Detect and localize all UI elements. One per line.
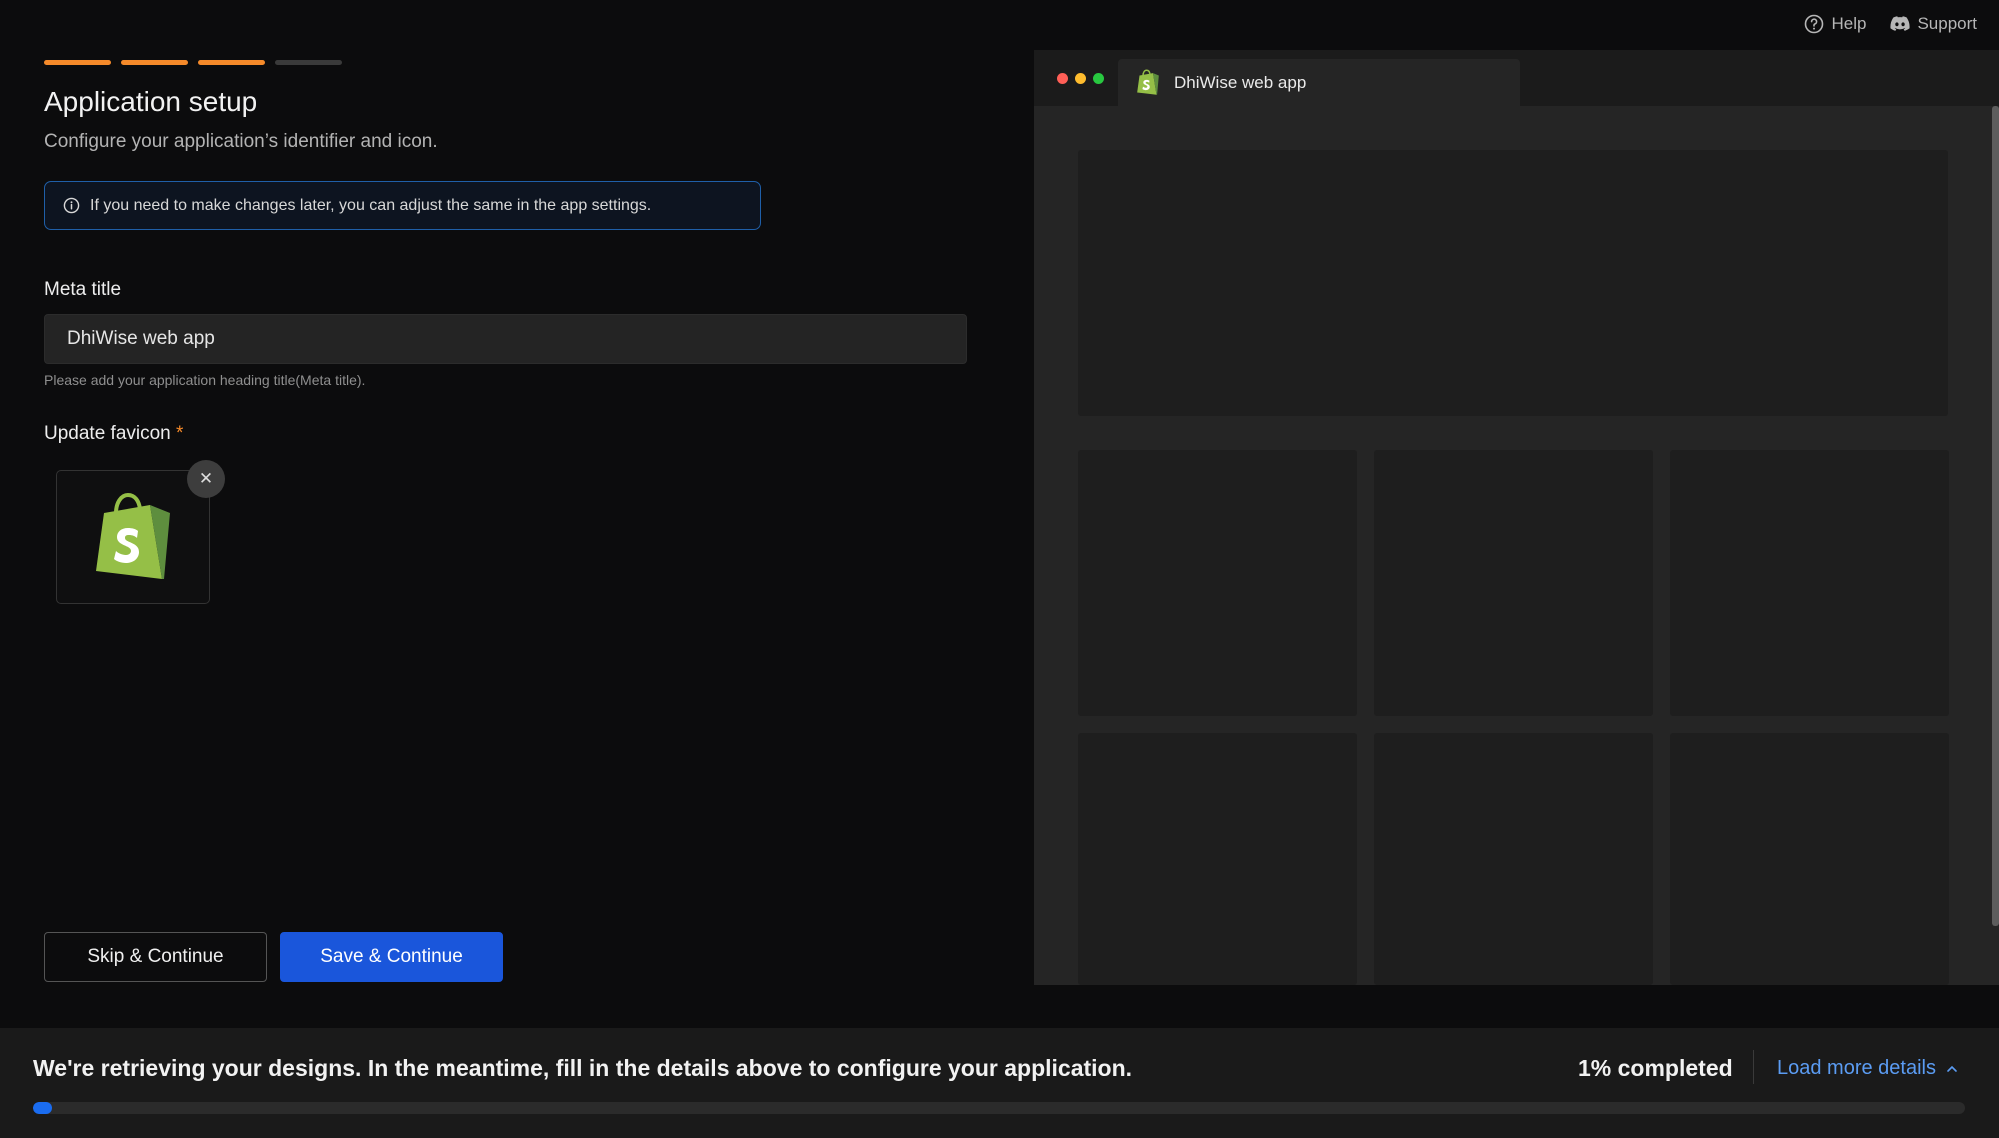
support-link[interactable]: Support — [1890, 14, 1977, 34]
page-subtitle: Configure your application’s identifier … — [44, 131, 438, 152]
load-more-label: Load more details — [1777, 1057, 1936, 1079]
progress-track — [33, 1102, 1965, 1114]
info-text: If you need to make changes later, you c… — [90, 196, 652, 214]
preview-scrollbar[interactable] — [1992, 106, 1999, 926]
placeholder-card — [1078, 450, 1357, 716]
browser-tab-title: DhiWise web app — [1174, 72, 1307, 92]
window-controls — [1057, 73, 1104, 84]
progress-percent: 1% completed — [1578, 1055, 1733, 1081]
browser-tab: DhiWise web app — [1118, 59, 1520, 106]
placeholder-card — [1374, 733, 1653, 985]
help-link[interactable]: Help — [1804, 14, 1866, 34]
help-circle-icon — [1805, 14, 1824, 34]
favicon-upload[interactable] — [56, 470, 210, 604]
retrieval-status-bar: We're retrieving your designs. In the me… — [0, 1028, 1999, 1138]
save-continue-button[interactable]: Save & Continue — [280, 932, 503, 982]
shopify-bag-icon — [1137, 69, 1159, 95]
progress-stepper — [44, 60, 342, 65]
window-dot[interactable] — [1057, 73, 1068, 84]
window-dot[interactable] — [1075, 73, 1086, 84]
top-links: Help Support — [1804, 14, 1977, 34]
required-mark: * — [176, 423, 184, 444]
meta-title-input[interactable] — [44, 314, 967, 364]
discord-icon — [1890, 16, 1911, 31]
progress-fill — [33, 1102, 53, 1114]
meta-title-helper: Please add your application heading titl… — [44, 372, 366, 388]
info-icon — [63, 197, 80, 214]
favicon-label-text: Update favicon — [44, 423, 171, 444]
meta-title-label: Meta title — [44, 279, 122, 300]
window-dot[interactable] — [1093, 73, 1104, 84]
status-message: We're retrieving your designs. In the me… — [33, 1055, 1133, 1081]
divider — [1753, 1050, 1754, 1084]
placeholder-card — [1670, 733, 1949, 985]
support-label: Support — [1917, 14, 1977, 33]
help-label: Help — [1831, 14, 1867, 33]
setup-panel: Application setup Configure your applica… — [44, 0, 968, 1028]
stepper-segment — [198, 60, 265, 65]
stepper-segment — [275, 60, 342, 65]
remove-favicon-button[interactable]: ✕ — [187, 460, 225, 498]
chevron-up-icon — [1947, 1065, 1957, 1072]
load-more-details-link[interactable]: Load more details — [1777, 1057, 1958, 1080]
browser-toolbar: DhiWise web app — [1034, 50, 1999, 106]
info-banner: If you need to make changes later, you c… — [44, 181, 761, 230]
stepper-segment — [121, 60, 188, 65]
stepper-segment — [44, 60, 111, 65]
shopify-bag-icon — [96, 492, 170, 579]
placeholder-hero — [1078, 150, 1948, 416]
placeholder-card — [1670, 450, 1949, 716]
skip-continue-button[interactable]: Skip & Continue — [44, 932, 267, 982]
browser-preview: DhiWise web app — [1034, 50, 1999, 985]
placeholder-card — [1374, 450, 1653, 716]
page-title: Application setup — [44, 86, 258, 117]
placeholder-card — [1078, 733, 1357, 985]
favicon-label: Update favicon * — [44, 423, 183, 445]
